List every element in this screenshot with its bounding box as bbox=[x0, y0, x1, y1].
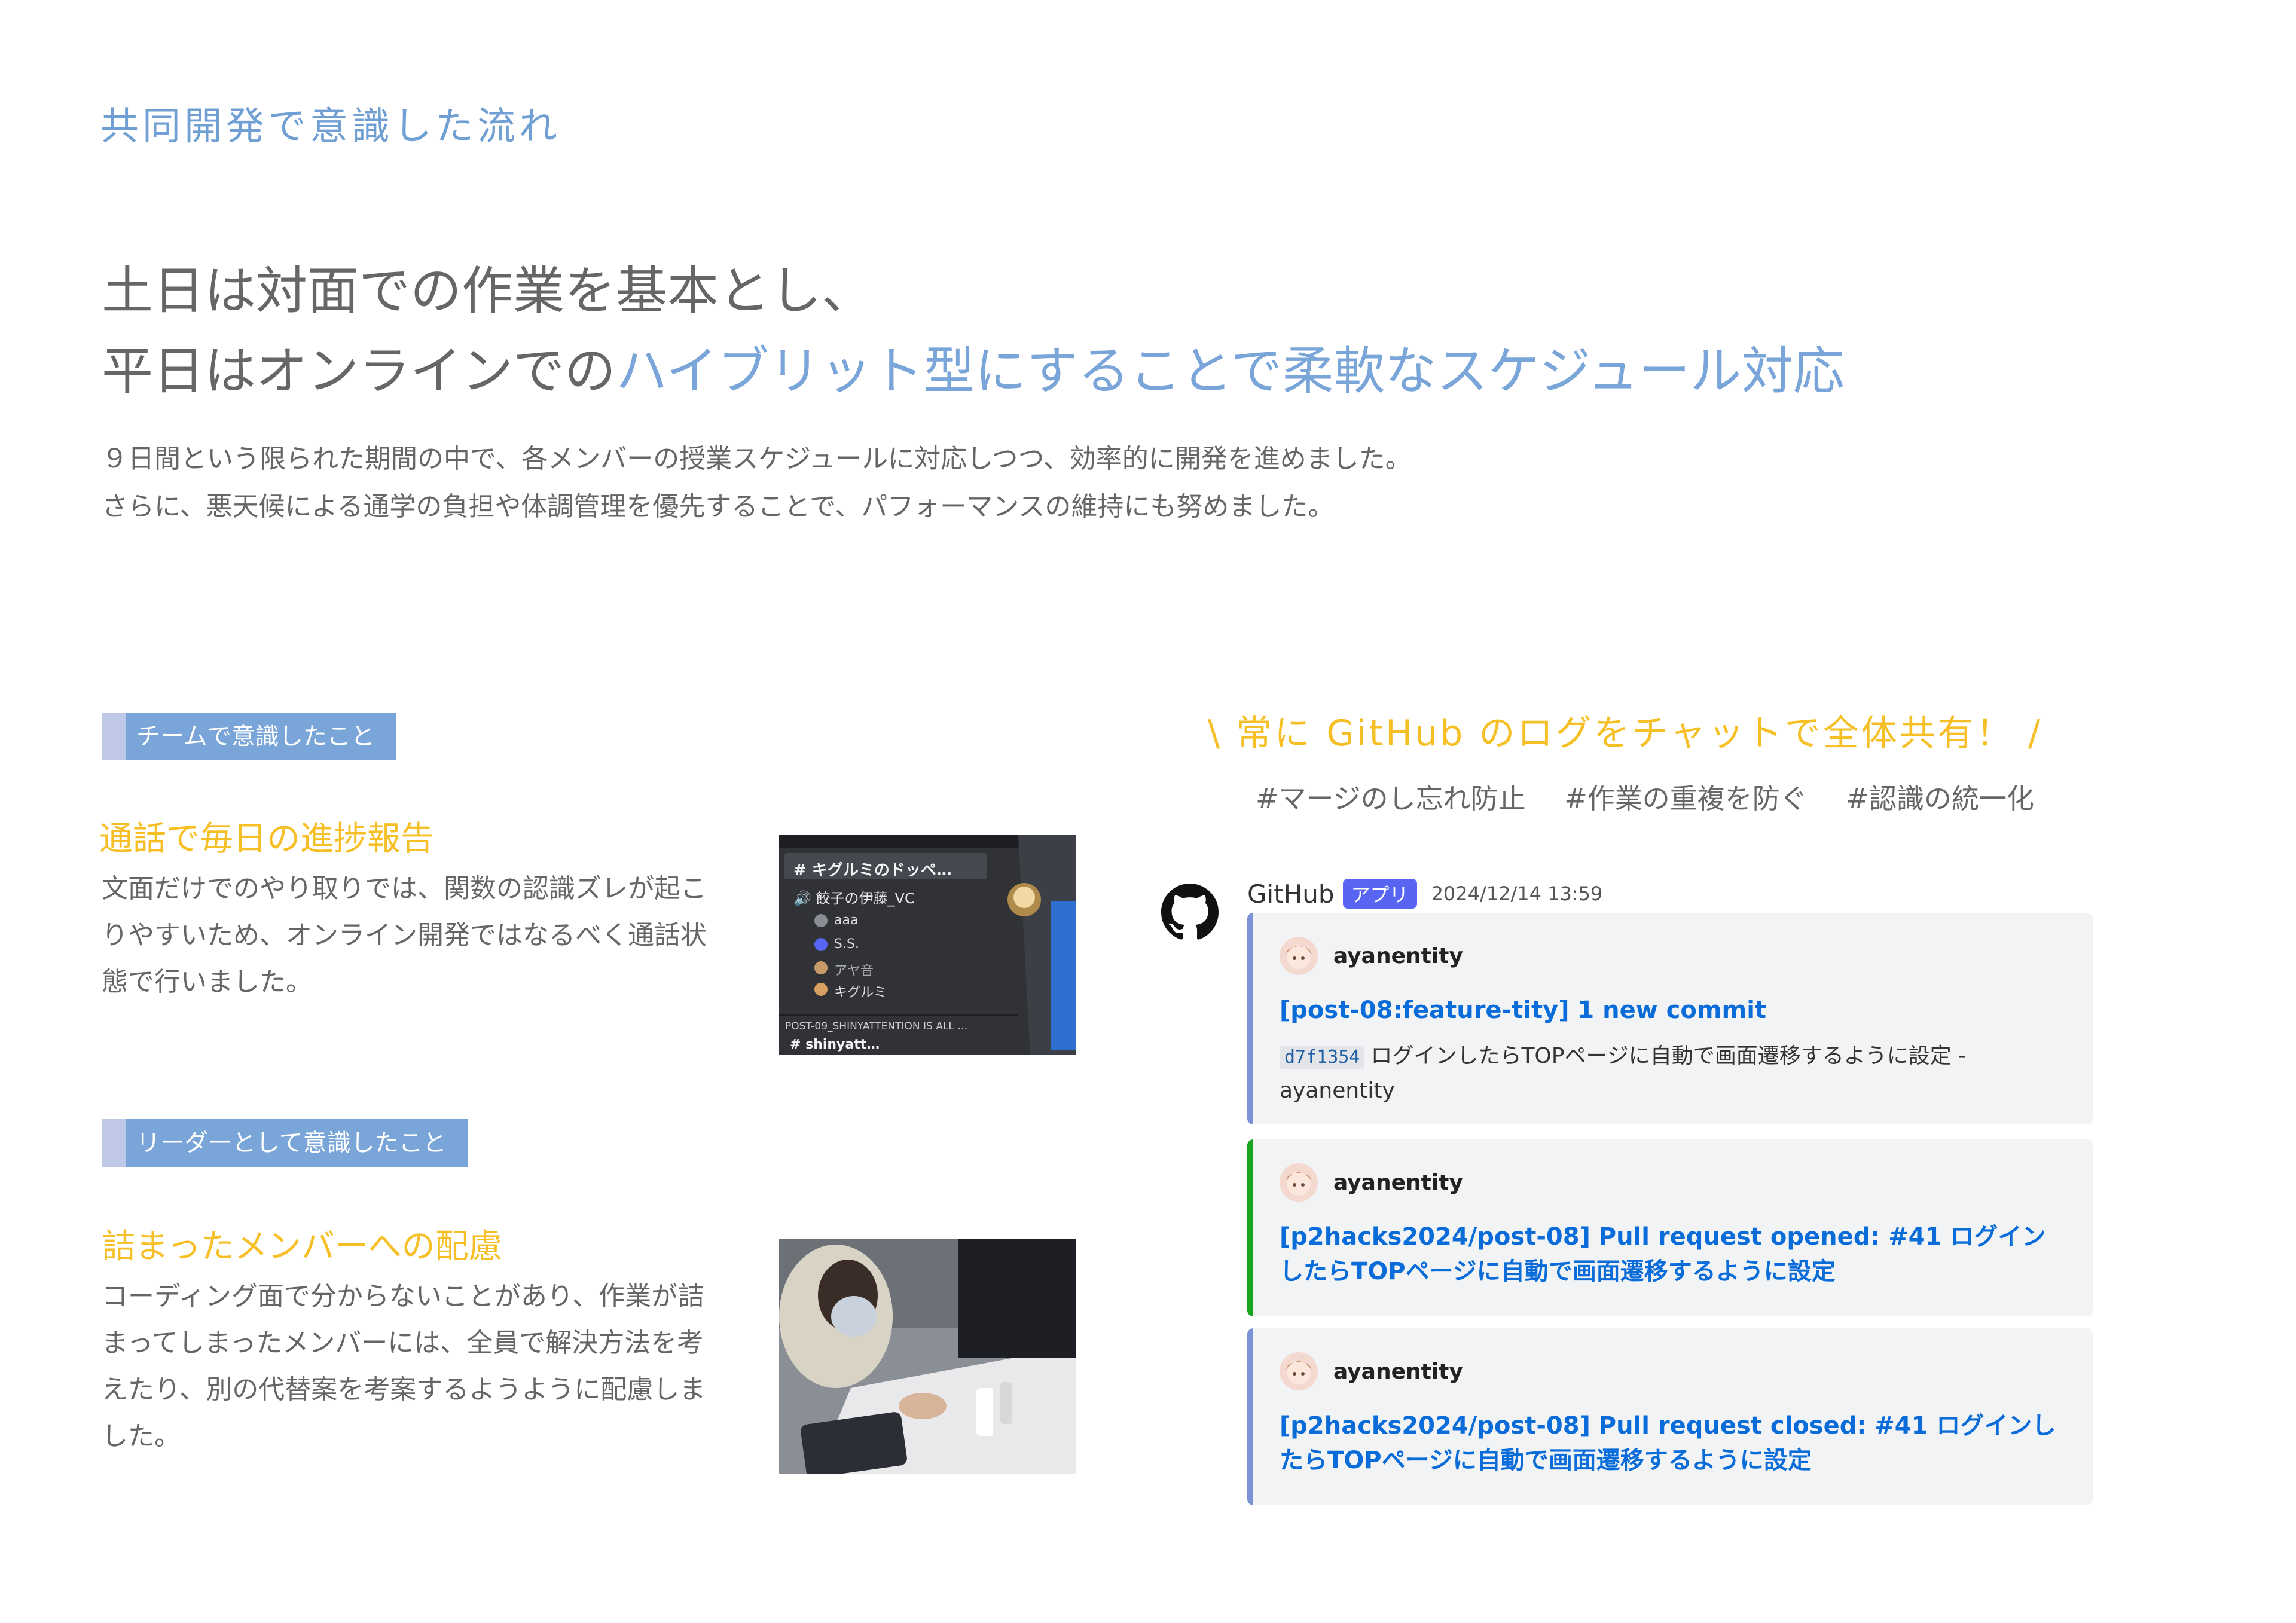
team-working-photo bbox=[779, 1239, 1076, 1474]
tag-bar bbox=[102, 713, 126, 760]
embed-author: ayanentity bbox=[1280, 937, 2069, 975]
lead-paragraph: ９日間という限られた期間の中で、各メンバーの授業スケジュールに対応しつつ、効率的… bbox=[102, 435, 1412, 531]
hashtag: #マージのし忘れ防止 bbox=[1256, 783, 1526, 815]
leader-body: コーディング面で分からないことがあり、作業が詰まってしまったメンバーには、全員で… bbox=[102, 1281, 706, 1451]
embed-description: d7f1354 ログインしたらTOPページに自動で画面遷移するように設定 - ay… bbox=[1280, 1040, 2069, 1108]
headline-line-2-plain: 平日はオンラインでの bbox=[102, 341, 616, 401]
discord-member-0: aaa bbox=[834, 913, 859, 928]
team-working-illustration bbox=[779, 1239, 1076, 1474]
avatar[interactable] bbox=[1280, 1352, 1318, 1390]
discord-voice-photo: # キグルミのドッペ… 🔊 餃子の伊藤_VC aaa S.S. アヤ音 キグルミ… bbox=[779, 835, 1076, 1055]
headline: 土日は対面での作業を基本とし、 平日はオンラインでのハイブリット型にすることで柔… bbox=[102, 251, 1845, 411]
speaker-icon: 🔊 bbox=[793, 890, 811, 907]
callout-tags: #マージのし忘れ防止 #作業の重複を防ぐ #認識の統一化 bbox=[1256, 777, 2064, 817]
commit-hash[interactable]: d7f1354 bbox=[1280, 1046, 1365, 1069]
leader-tag: リーダーとして意識したこと bbox=[102, 1119, 468, 1167]
avatar[interactable] bbox=[1280, 937, 1318, 975]
embed-author-name[interactable]: ayanentity bbox=[1333, 1359, 1463, 1384]
team-heading: 通話で毎日の進捗報告 bbox=[99, 820, 434, 858]
discord-footer: POST-09_SHINYATTENTION IS ALL … bbox=[785, 1020, 968, 1032]
message-timestamp: 2024/12/14 13:59 bbox=[1431, 882, 1603, 905]
github-embed-pr-opened: ayanentity [p2hacks2024/post-08] Pull re… bbox=[1247, 1139, 2093, 1316]
app-badge: アプリ bbox=[1342, 879, 1417, 909]
discord-member-1: S.S. bbox=[834, 937, 859, 952]
avatar-icon bbox=[1280, 937, 1318, 975]
hashtag: #作業の重複を防ぐ bbox=[1564, 783, 1808, 815]
leader-tag-label: リーダーとして意識したこと bbox=[126, 1119, 468, 1167]
avatar[interactable] bbox=[1280, 1163, 1318, 1202]
section-label: 共同開発で意識した流れ bbox=[100, 105, 561, 149]
sender-name[interactable]: GitHub bbox=[1247, 879, 1335, 909]
discord-channel-top: # キグルミのドッペ… bbox=[793, 861, 952, 879]
avatar-icon bbox=[1280, 1352, 1318, 1390]
embed-title-link[interactable]: [p2hacks2024/post-08] Pull request opene… bbox=[1280, 1219, 2069, 1289]
embed-author-name[interactable]: ayanentity bbox=[1333, 1170, 1463, 1195]
callout-heading: \ 常に GitHub のログをチャットで全体共有！ / bbox=[1208, 713, 2043, 754]
discord-voice-channel: 🔊 餃子の伊藤_VC bbox=[793, 887, 915, 907]
discord-member-3: キグルミ bbox=[834, 985, 887, 1000]
discord-member-2: アヤ音 bbox=[834, 964, 874, 979]
lead-line-1: ９日間という限られた期間の中で、各メンバーの授業スケジュールに対応しつつ、効率的… bbox=[102, 444, 1412, 474]
commit-message: ログインしたらTOPページに自動で画面遷移するように設定 - ayanentit… bbox=[1280, 1044, 1967, 1103]
tag-bar bbox=[102, 1119, 126, 1167]
embed-author: ayanentity bbox=[1280, 1352, 2069, 1390]
team-tag: チームで意識したこと bbox=[102, 713, 396, 760]
embed-title-link[interactable]: [p2hacks2024/post-08] Pull request close… bbox=[1280, 1408, 2069, 1478]
hashtag: #認識の統一化 bbox=[1846, 783, 2034, 815]
team-body: 文面だけでのやり取りでは、関数の認識ズレが起こりやすいため、オンライン開発ではな… bbox=[102, 873, 707, 997]
embed-author-name[interactable]: ayanentity bbox=[1333, 944, 1463, 968]
github-embed-commit: ayanentity [post-08:feature-tity] 1 new … bbox=[1247, 913, 2093, 1124]
headline-line-2: 平日はオンラインでのハイブリット型にすることで柔軟なスケジュール対応 bbox=[102, 331, 1845, 411]
leader-heading: 詰まったメンバーへの配慮 bbox=[102, 1227, 502, 1266]
avatar-icon bbox=[1280, 1163, 1318, 1202]
discord-channel-bottom: # shinyatt… bbox=[790, 1037, 880, 1052]
github-icon bbox=[1161, 884, 1219, 940]
headline-line-1: 土日は対面での作業を基本とし、 bbox=[102, 261, 873, 321]
team-tag-label: チームで意識したこと bbox=[126, 713, 396, 760]
embed-title-link[interactable]: [post-08:feature-tity] 1 new commit bbox=[1280, 993, 2069, 1028]
message-header: GitHub アプリ 2024/12/14 13:59 bbox=[1247, 879, 1602, 909]
discord-voice-channel-name: 餃子の伊藤_VC bbox=[816, 890, 915, 907]
github-embed-pr-closed: ayanentity [p2hacks2024/post-08] Pull re… bbox=[1247, 1328, 2093, 1505]
lead-line-2: さらに、悪天候による通学の負担や体調管理を優先することで、パフォーマンスの維持に… bbox=[102, 491, 1335, 522]
headline-line-2-accent: ハイブリット型にすることで柔軟なスケジュール対応 bbox=[616, 341, 1845, 401]
embed-author: ayanentity bbox=[1280, 1163, 2069, 1202]
